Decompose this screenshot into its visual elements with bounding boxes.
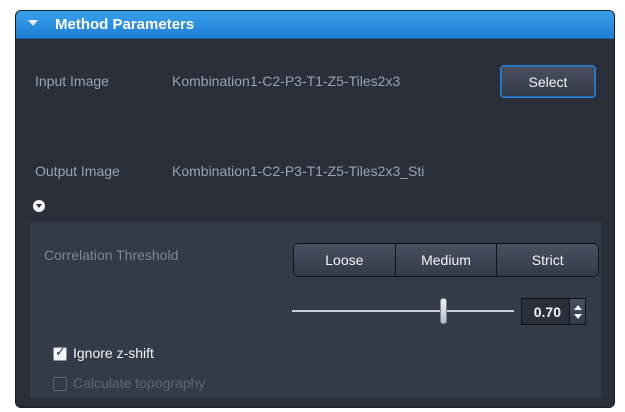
- medium-option[interactable]: Medium: [395, 244, 498, 276]
- spin-up-icon[interactable]: [574, 305, 582, 310]
- strict-option[interactable]: Strict: [497, 244, 598, 276]
- correlation-slider-thumb[interactable]: [440, 298, 447, 324]
- panel-title: Method Parameters: [55, 16, 195, 33]
- calculate-topography-label[interactable]: Calculate topography: [73, 375, 205, 391]
- input-image-value: Kombination1-C2-P3-T1-Z5-Tiles2x3: [172, 73, 401, 89]
- ignore-z-shift-checkbox[interactable]: [53, 345, 67, 361]
- calculate-topography-checkbox[interactable]: [53, 377, 67, 391]
- ignore-z-shift-label[interactable]: Ignore z-shift: [73, 345, 154, 361]
- circle-chevron-down-icon[interactable]: [33, 200, 45, 212]
- panel-header[interactable]: Method Parameters: [16, 11, 614, 39]
- correlation-threshold-selector: Loose Medium Strict: [293, 243, 599, 277]
- input-image-label: Input Image: [35, 73, 109, 89]
- method-parameters-panel: Method Parameters Input Image Kombinatio…: [15, 10, 615, 408]
- output-image-label: Output Image: [35, 163, 120, 179]
- correlation-threshold-label: Correlation Threshold: [44, 247, 179, 263]
- chevron-down-icon[interactable]: [28, 20, 38, 26]
- select-button[interactable]: Select: [500, 65, 596, 98]
- output-image-value: Kombination1-C2-P3-T1-Z5-Tiles2x3_Sti: [172, 163, 425, 179]
- loose-option[interactable]: Loose: [294, 244, 396, 276]
- threshold-value-field[interactable]: 0.70: [521, 298, 570, 325]
- spin-down-icon[interactable]: [574, 314, 582, 319]
- correlation-slider-track[interactable]: [292, 310, 514, 312]
- threshold-spinner[interactable]: [570, 298, 586, 325]
